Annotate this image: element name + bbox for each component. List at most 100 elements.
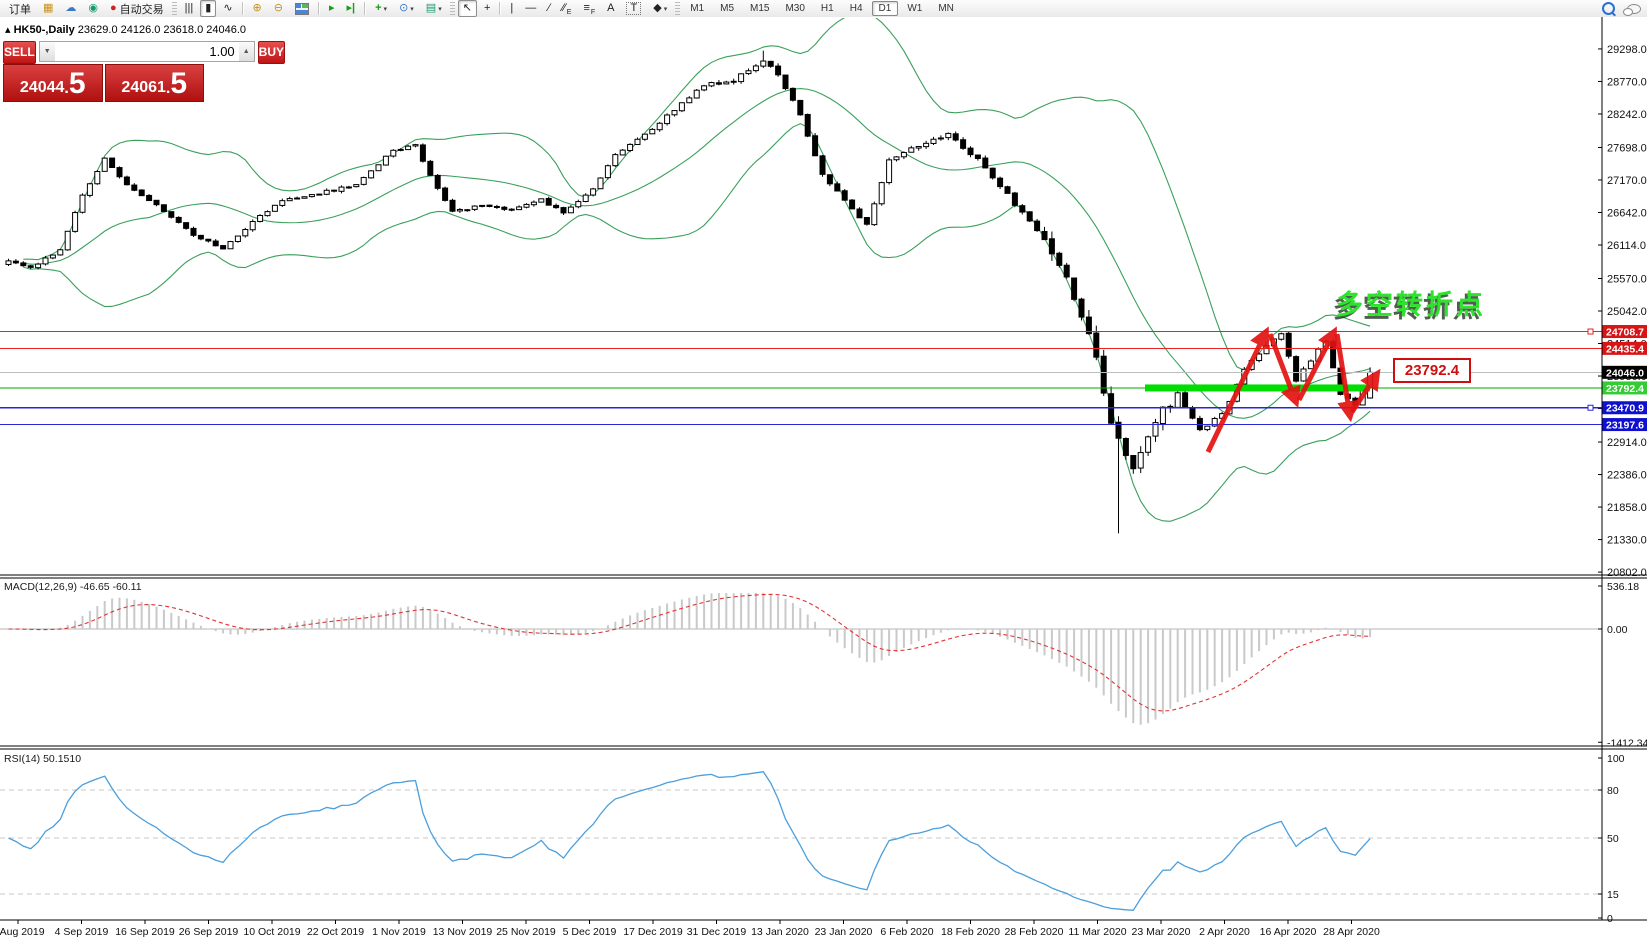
market-watch-icon[interactable]: ▦ [38,0,58,17]
svg-text:4 Sep 2019: 4 Sep 2019 [55,926,109,938]
terminal-window: 订单 ▦ ☁ ◉ ● 自动交易 ||| ▮ ∿ ⊕ ⊖ ▸ ▸| + ▾ ⊙ ▾ ▤ ▾ ↖ + | — ∕ ∕∕ E ≡ F A T ◆ ▾… [0,0,1647,942]
svg-text:536.18: 536.18 [1607,581,1639,593]
autotrading-button[interactable]: ● 自动交易 [105,0,169,17]
timeframe-h4-button[interactable]: H4 [843,1,870,16]
bid-price: 24044 [19,79,65,96]
zoom-in-icon[interactable]: ⊕ [248,0,267,17]
volume-up-button[interactable]: ▲ [238,42,254,61]
svg-text:21330.0: 21330.0 [1607,535,1647,547]
svg-text:23 Jan 2020: 23 Jan 2020 [815,926,873,938]
volume-down-button[interactable]: ▼ [39,42,55,61]
thick-support-line[interactable] [1145,384,1370,392]
svg-text:20802.0: 20802.0 [1607,567,1647,579]
mql-community-icon[interactable]: ☁ [60,0,81,17]
svg-text:22 Oct 2019: 22 Oct 2019 [307,926,364,938]
svg-text:22386.0: 22386.0 [1607,470,1647,482]
horizontal-line-icon[interactable]: — [520,0,541,17]
crosshair-icon[interactable]: + [479,0,495,17]
svg-text:17 Dec 2019: 17 Dec 2019 [623,926,683,938]
timeframe-h1-button[interactable]: H1 [814,1,841,16]
chat-icon [1623,3,1641,16]
svg-text:11 Mar 2020: 11 Mar 2020 [1068,926,1126,938]
periods-menu-icon[interactable]: ⊙ ▾ [394,0,419,17]
new-order-button[interactable]: 订单 [1,0,36,17]
svg-text:6 Feb 2020: 6 Feb 2020 [880,926,933,938]
vertical-line-icon[interactable]: | [505,0,518,17]
sell-quote-button[interactable]: 24044. 5 [3,64,103,102]
svg-text:25570.0: 25570.0 [1607,273,1647,285]
zoom-out-icon[interactable]: ⊖ [269,0,288,17]
chart-canvas[interactable]: 29298.0 28770.0 28242.0 27698.0 27170.0 26642… [0,17,1647,942]
shapes-icon[interactable]: ◆ ▾ [648,0,672,17]
text-icon[interactable]: A [602,0,619,17]
fibonacci-icon[interactable]: ≡ F [578,0,600,17]
svg-text:23 Mar 2020: 23 Mar 2020 [1132,926,1191,938]
collapse-triangle-icon[interactable]: ▴ [5,24,11,36]
toolbar-separator [499,2,502,15]
buy-button[interactable]: BUY [257,41,286,64]
svg-text:22914.0: 22914.0 [1607,437,1647,449]
tile-windows-icon [294,2,309,15]
auto-scroll-icon[interactable]: ▸ [324,0,340,17]
text-label-icon[interactable]: T [621,0,646,17]
timeframe-m5-button[interactable]: M5 [713,1,741,16]
svg-text:25042.0: 25042.0 [1607,306,1647,318]
toolbar: 订单 ▦ ☁ ◉ ● 自动交易 ||| ▮ ∿ ⊕ ⊖ ▸ ▸| + ▾ ⊙ ▾ ▤ ▾ ↖ + | — ∕ ∕∕ E ≡ F A T ◆ ▾… [0,0,1647,18]
svg-text:28 Apr 2020: 28 Apr 2020 [1323,926,1380,938]
svg-text:80: 80 [1607,785,1619,797]
signals-icon[interactable]: ◉ [83,0,103,17]
trendline-icon[interactable]: ∕ [543,0,555,17]
svg-text:31 Dec 2019: 31 Dec 2019 [687,926,747,938]
turning-point-annotation[interactable]: 多空转折点 [1336,283,1486,322]
timeframe-mn-button[interactable]: MN [931,1,961,16]
volume-input[interactable] [54,42,239,61]
svg-text:16 Sep 2019: 16 Sep 2019 [115,926,175,938]
svg-text:25 Nov 2019: 25 Nov 2019 [496,926,556,938]
svg-text:1 Nov 2019: 1 Nov 2019 [372,926,426,938]
svg-text:0.00: 0.00 [1607,624,1628,636]
line-handle[interactable] [1587,404,1594,411]
new-chart-icon[interactable]: + ▾ [370,0,392,17]
svg-text:18 Feb 2020: 18 Feb 2020 [941,926,1000,938]
macd-indicator-label: MACD(12,26,9) -46.65 -60.11 [4,581,142,593]
svg-text:24435.4: 24435.4 [1606,343,1644,355]
ask-price: 24061 [121,79,166,96]
sell-button[interactable]: SELL [3,41,36,64]
svg-text:13 Jan 2020: 13 Jan 2020 [751,926,809,938]
price-level-callout[interactable]: 23792.4 [1393,358,1471,383]
toolbar-grip [675,2,681,15]
timeframe-m30-button[interactable]: M30 [778,1,811,16]
chat-icon[interactable] [1622,0,1646,17]
timeframe-m1-button[interactable]: M1 [683,1,711,16]
buy-quote-button[interactable]: 24061. 5 [104,64,204,102]
equidistant-channel-icon[interactable]: ∕∕ E [557,0,576,17]
svg-text:28770.0: 28770.0 [1607,76,1647,88]
indicators-menu-icon[interactable]: ▤ ▾ [421,0,447,17]
toolbar-separator [317,2,320,15]
svg-text:26114.0: 26114.0 [1607,240,1646,252]
bid-price-fraction: 5 [68,67,86,100]
svg-text:23470.9: 23470.9 [1606,403,1644,415]
svg-text:24708.7: 24708.7 [1606,327,1644,339]
candlestick-chart-icon[interactable]: ▮ [200,0,217,17]
line-chart-icon[interactable]: ∿ [218,0,237,17]
toolbar-grip [449,2,455,15]
svg-text:27698.0: 27698.0 [1607,142,1647,154]
svg-text:28 Feb 2020: 28 Feb 2020 [1005,926,1064,938]
chart-shift-icon[interactable]: ▸| [342,0,361,17]
toolbar-separator [364,2,367,15]
svg-text:5 Dec 2019: 5 Dec 2019 [563,926,617,938]
search-icon[interactable] [1597,0,1620,17]
chart-title: ▴ HK50-,Daily 23629.0 24126.0 23618.0 24… [5,23,246,36]
svg-text:3 Aug 2019: 3 Aug 2019 [0,926,45,938]
cursor-icon[interactable]: ↖ [457,0,477,17]
timeframe-m15-button[interactable]: M15 [743,1,776,16]
tile-windows-icon[interactable] [290,0,314,17]
timeframe-w1-button[interactable]: W1 [900,1,929,16]
svg-text:16 Apr 2020: 16 Apr 2020 [1260,926,1317,938]
svg-text:26 Sep 2019: 26 Sep 2019 [179,926,239,938]
ask-price-fraction: 5 [170,67,188,100]
line-handle[interactable] [1587,328,1594,335]
bar-chart-icon[interactable]: ||| [180,0,199,17]
timeframe-d1-button[interactable]: D1 [871,1,899,16]
